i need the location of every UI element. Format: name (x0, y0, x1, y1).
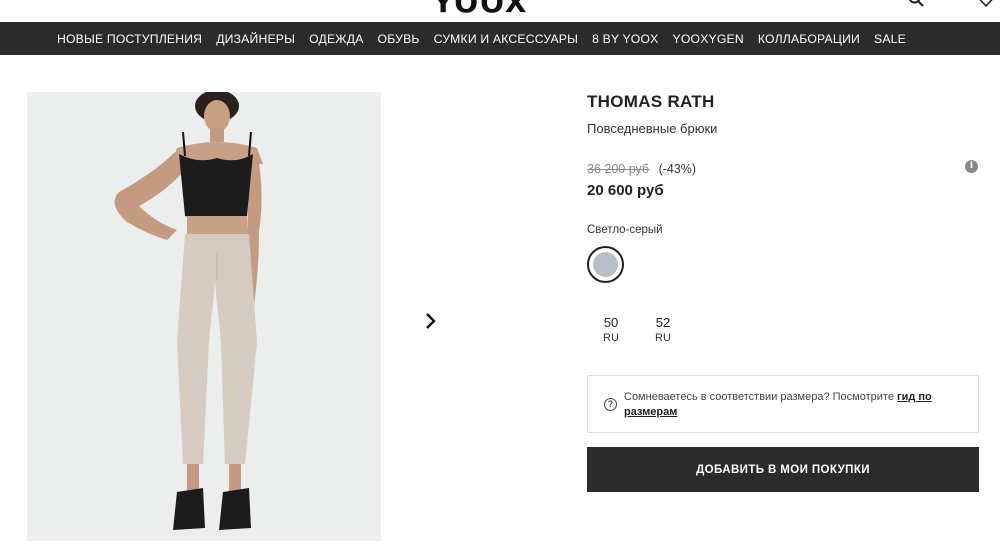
main-nav: НОВЫЕ ПОСТУПЛЕНИЯ ДИЗАЙНЕРЫ ОДЕЖДА ОБУВЬ… (0, 22, 1000, 55)
nav-item-clothing[interactable]: ОДЕЖДА (309, 32, 363, 46)
color-swatch-fill (593, 252, 618, 277)
size-unit: RU (603, 332, 619, 344)
size-unit: RU (655, 332, 671, 344)
heart-icon[interactable] (978, 0, 994, 7)
nav-item-bags-accessories[interactable]: СУМКИ И АКСЕССУАРЫ (434, 32, 578, 46)
yoox-logo[interactable]: YOOX (433, 0, 528, 19)
nav-item-sale[interactable]: SALE (874, 32, 906, 46)
size-option-52[interactable]: 52 RU (650, 315, 676, 345)
nav-item-new-arrivals[interactable]: НОВЫЕ ПОСТУПЛЕНИЯ (57, 32, 202, 46)
top-header: YOOX (0, 0, 1000, 22)
color-swatch-light-gray[interactable] (587, 246, 624, 283)
size-selector: 50 RU 52 RU (598, 315, 676, 345)
product-brand[interactable]: THOMAS RATH (587, 92, 715, 112)
add-to-cart-button[interactable]: ДОБАВИТЬ В МОИ ПОКУПКИ (587, 447, 979, 492)
question-icon: ? (604, 398, 617, 411)
nav-item-designers[interactable]: ДИЗАЙНЕРЫ (216, 32, 295, 46)
current-price: 20 600 руб (587, 182, 664, 199)
model-illustration (114, 92, 263, 530)
product-category: Повседневные брюки (587, 121, 718, 136)
nav-item-collaborations[interactable]: КОЛЛАБОРАЦИИ (758, 32, 860, 46)
old-price: 36 200 руб (587, 162, 650, 176)
size-guide-box: ? Сомневаетесь в соответствии размера? П… (587, 375, 979, 433)
nav-item-8-by-yoox[interactable]: 8 BY YOOX (592, 32, 658, 46)
nav-item-yooxygen[interactable]: YOOXYGEN (673, 32, 744, 46)
product-image[interactable] (27, 92, 381, 541)
old-price-row: 36 200 руб (-43%) (587, 162, 696, 176)
color-name: Светло-серый (587, 224, 663, 236)
size-guide-text: Сомневаетесь в соответствии размера? Пос… (624, 391, 897, 403)
info-icon[interactable]: i (965, 160, 978, 173)
next-image-chevron-icon[interactable] (423, 311, 439, 331)
search-icon[interactable] (908, 0, 924, 7)
size-number: 52 (655, 315, 671, 330)
discount-badge: (-43%) (658, 162, 697, 176)
size-option-50[interactable]: 50 RU (598, 315, 624, 345)
size-number: 50 (603, 315, 619, 330)
nav-item-shoes[interactable]: ОБУВЬ (378, 32, 420, 46)
